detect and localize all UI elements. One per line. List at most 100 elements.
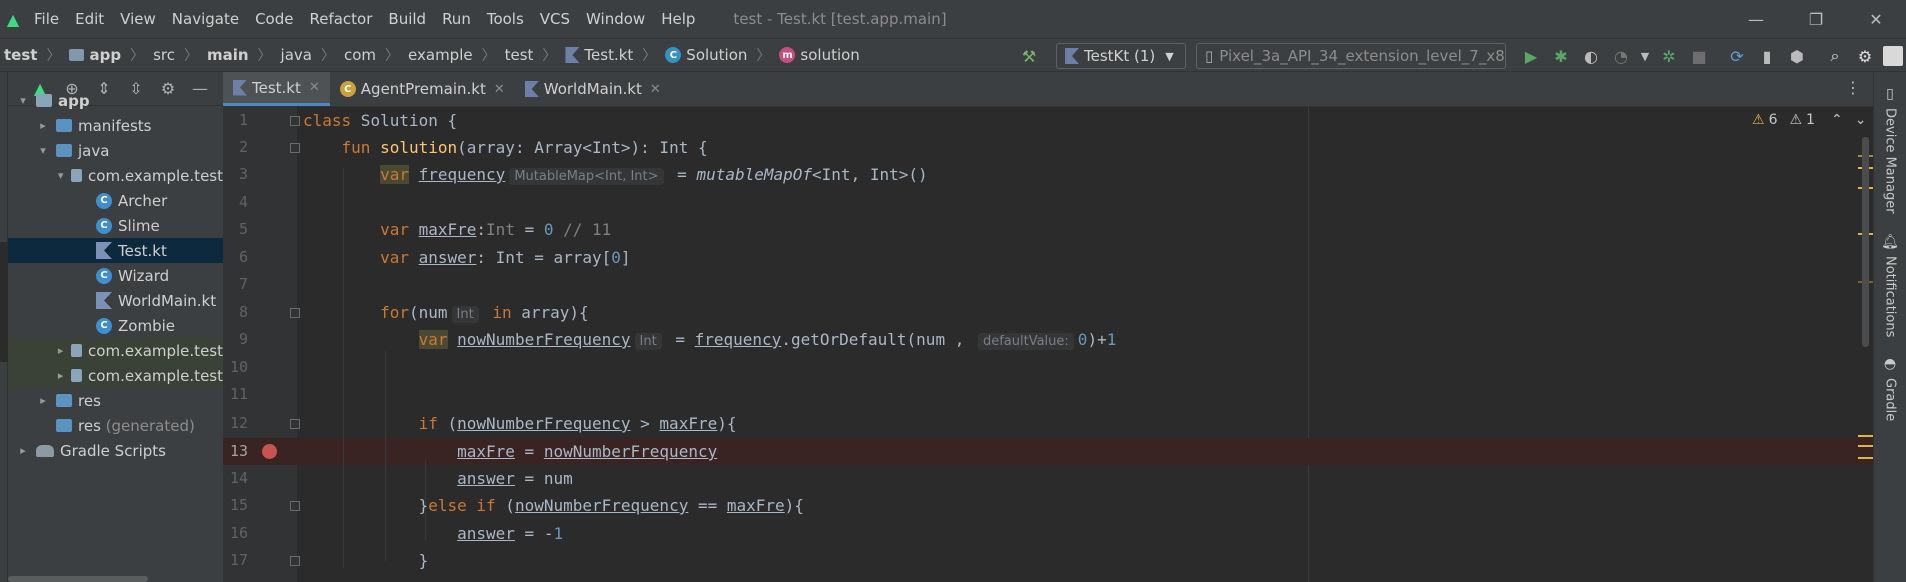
breadcrumb-solution[interactable]: C Solution: [661, 46, 751, 64]
coverage-icon[interactable]: ◐: [1576, 41, 1606, 71]
breadcrumb-example[interactable]: example: [404, 46, 477, 64]
tree-item-res-generated[interactable]: res (generated): [8, 413, 223, 438]
kotlin-config-icon: [1065, 48, 1079, 64]
code-line-8[interactable]: for(num Int in array){: [303, 299, 589, 326]
notifications-tool[interactable]: 🔔︎ Notifications: [1878, 234, 1902, 337]
previous-highlight-icon[interactable]: ⌃: [1831, 112, 1843, 128]
settings-gear-icon[interactable]: ⚙: [1850, 41, 1880, 71]
fold-marker-icon[interactable]: [290, 308, 300, 318]
code-line-16[interactable]: answer = -1: [303, 520, 563, 547]
code-line-14[interactable]: answer = num: [303, 465, 573, 492]
tree-item-package-android-test[interactable]: ▸ com.example.test: [8, 338, 223, 363]
fold-marker-icon[interactable]: [290, 143, 300, 153]
tree-item-slime[interactable]: C Slime: [8, 213, 223, 238]
tree-item-manifests[interactable]: ▸ manifests: [8, 113, 223, 138]
profile-icon[interactable]: ◔: [1606, 41, 1636, 71]
build-hammer-icon[interactable]: ⚒: [1014, 41, 1044, 71]
tree-item-test-kt[interactable]: Test.kt: [8, 238, 223, 263]
sdk-manager-icon[interactable]: ⬢: [1782, 41, 1812, 71]
minimize-icon[interactable]: —: [1726, 0, 1786, 38]
code-line-17[interactable]: }: [303, 547, 429, 574]
tree-item-package[interactable]: ▾ com.example.test: [8, 163, 223, 188]
code-line-3[interactable]: var frequency MutableMap<Int, Int> = muta…: [303, 161, 928, 188]
fold-marker-icon[interactable]: [290, 556, 300, 566]
tree-item-worldmain-kt[interactable]: WorldMain.kt: [8, 288, 223, 313]
tree-item-gradle-scripts[interactable]: ▸ Gradle Scripts: [8, 438, 223, 463]
code-line-5[interactable]: var maxFre:Int = 0 // 11: [303, 216, 611, 243]
inspections-widget[interactable]: ⚠ 6 ⚠ 1 ⌃ ⌄: [1752, 112, 1866, 128]
run-icon[interactable]: ▶: [1516, 41, 1546, 71]
tab-worldmain-kt[interactable]: WorldMain.kt ✕: [515, 72, 671, 106]
tree-item-java[interactable]: ▾ java: [8, 138, 223, 163]
tree-item-res[interactable]: ▸ res: [8, 388, 223, 413]
gradle-tool[interactable]: ◓ Gradle: [1878, 356, 1902, 421]
close-tab-icon[interactable]: ✕: [494, 82, 505, 97]
account-avatar[interactable]: [1880, 41, 1906, 71]
breadcrumb-java[interactable]: java: [277, 46, 316, 64]
debug-icon[interactable]: ✱: [1546, 41, 1576, 71]
error-stripe[interactable]: [1858, 107, 1873, 582]
breadcrumb-solution-method[interactable]: m solution: [775, 46, 863, 64]
fold-marker-icon[interactable]: [290, 116, 300, 126]
device-selector[interactable]: ▯ Pixel_3a_API_34_extension_level_7_x86_…: [1196, 43, 1506, 69]
menu-view[interactable]: View: [112, 10, 164, 28]
breadcrumb-app[interactable]: app: [65, 46, 125, 64]
sync-gradle-icon[interactable]: ⟳: [1722, 41, 1752, 71]
type-hint: Int: [451, 306, 479, 323]
menu-run[interactable]: Run: [434, 10, 479, 28]
horizontal-scrollbar[interactable]: [8, 576, 148, 582]
breadcrumb-src[interactable]: src: [149, 46, 179, 64]
code-line-15[interactable]: }else if (nowNumberFrequency == maxFre){: [303, 492, 804, 519]
close-icon[interactable]: ✕: [1846, 0, 1906, 38]
code-line-2[interactable]: fun solution(array: Array<Int>): Int {: [303, 134, 708, 161]
menu-refactor[interactable]: Refactor: [301, 10, 380, 28]
restore-icon[interactable]: ❐: [1786, 0, 1846, 38]
line-number: 15: [229, 496, 248, 514]
tree-item-archer[interactable]: C Archer: [8, 188, 223, 213]
code-line-6[interactable]: var answer: Int = array[0]: [303, 244, 630, 271]
breadcrumb-main[interactable]: main: [203, 46, 253, 64]
code-line-1[interactable]: class Solution {: [303, 107, 457, 134]
run-config-selector[interactable]: TestKt (1) ▼: [1056, 43, 1186, 69]
code-line-12[interactable]: if (nowNumberFrequency > maxFre){: [303, 410, 737, 437]
bell-icon: 🔔︎: [1881, 234, 1899, 250]
breadcrumb-test-package[interactable]: test: [501, 46, 538, 64]
search-icon[interactable]: ⌕: [1820, 41, 1850, 71]
code-line-13[interactable]: maxFre = nowNumberFrequency: [303, 438, 717, 465]
menu-vcs[interactable]: VCS: [532, 10, 578, 28]
menu-edit[interactable]: Edit: [67, 10, 112, 28]
tree-item-wizard[interactable]: C Wizard: [8, 263, 223, 288]
fold-marker-icon[interactable]: [290, 419, 300, 429]
code-line-9[interactable]: var nowNumberFrequency Int = frequency.ge…: [303, 326, 1116, 353]
line-number: 13: [229, 442, 248, 460]
menu-file[interactable]: File: [26, 10, 67, 28]
tree-item-app[interactable]: ▾ app: [8, 88, 223, 113]
stop-icon[interactable]: ■: [1684, 41, 1714, 71]
left-tool-stripe[interactable]: [0, 72, 8, 582]
tree-item-package-unit-test[interactable]: ▸ com.example.test: [8, 363, 223, 388]
vertical-scrollbar[interactable]: [1862, 137, 1869, 347]
device-mirror-icon[interactable]: ▮: [1752, 41, 1782, 71]
menu-tools[interactable]: Tools: [479, 10, 532, 28]
menu-window[interactable]: Window: [578, 10, 653, 28]
fold-marker-icon[interactable]: [290, 501, 300, 511]
device-manager-tool[interactable]: ▯ Device Manager: [1878, 86, 1902, 214]
menu-help[interactable]: Help: [653, 10, 703, 28]
menu-navigate[interactable]: Navigate: [164, 10, 247, 28]
breakpoint-icon[interactable]: [262, 444, 277, 459]
close-tab-icon[interactable]: ✕: [650, 82, 661, 97]
package-icon: [71, 344, 83, 357]
more-run-chevron-icon[interactable]: ▼: [1636, 41, 1654, 71]
tab-options-icon[interactable]: ⋮: [1845, 78, 1861, 97]
menu-code[interactable]: Code: [247, 10, 301, 28]
tab-agentpremain-kt[interactable]: C AgentPremain.kt ✕: [330, 72, 515, 106]
tree-item-zombie[interactable]: C Zombie: [8, 313, 223, 338]
menu-build[interactable]: Build: [380, 10, 434, 28]
breadcrumb-com[interactable]: com: [340, 46, 380, 64]
tab-test-kt[interactable]: Test.kt ✕: [223, 72, 330, 106]
breadcrumb-test[interactable]: test: [0, 46, 41, 64]
expanded-arrow-icon: ▾: [57, 169, 64, 182]
breadcrumb-test-kt[interactable]: Test.kt: [561, 46, 637, 64]
attach-debugger-icon[interactable]: ✲: [1654, 41, 1684, 71]
close-tab-icon[interactable]: ✕: [309, 80, 320, 95]
